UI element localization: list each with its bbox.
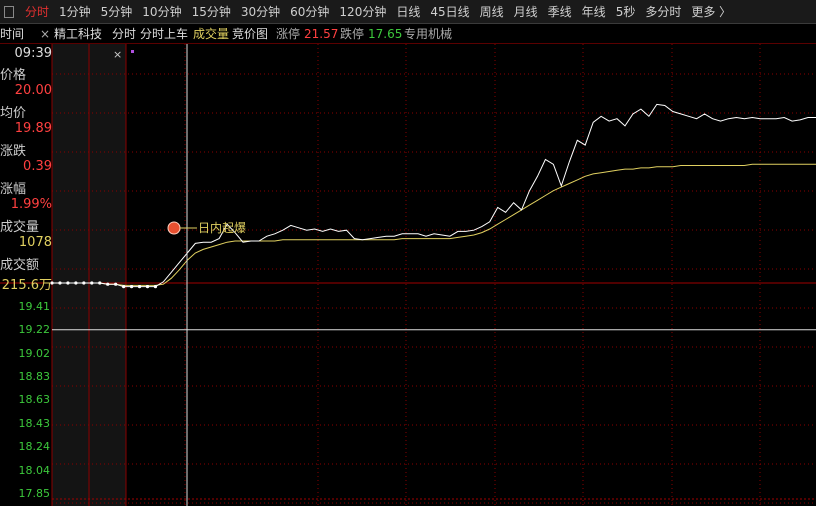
close-icon[interactable]: ×	[40, 24, 50, 44]
tab-9[interactable]: 45日线	[425, 0, 474, 24]
amount-label: 成交额	[0, 258, 40, 273]
volume-label: 成交量	[0, 220, 40, 235]
avg-label: 均价	[0, 106, 27, 121]
crosshair-time: 09:39	[14, 46, 52, 61]
price-tick-dot	[90, 281, 94, 285]
crosshair-info-panel: 09:39 价格 20.00 均价 19.89 涨跌 0.39 涨幅 1.99%…	[0, 44, 52, 293]
tab-3[interactable]: 10分钟	[137, 0, 186, 24]
price-axis-label: 18.43	[18, 417, 51, 431]
sector-label: 专用机械	[404, 27, 453, 41]
period-tab-bar: 分时 1分钟 5分钟 10分钟 15分钟 30分钟 60分钟 120分钟 日线 45日线 周线 月线季…	[0, 0, 816, 24]
avg-value: 19.89	[14, 121, 52, 136]
price-axis-label: 19.22	[18, 322, 51, 336]
tab-2[interactable]: 5分钟	[96, 0, 138, 24]
intraday-chart[interactable]: 日内起爆	[0, 44, 816, 506]
time-label: 时间	[0, 27, 25, 41]
price-tick-dot	[98, 281, 102, 285]
price-axis-label: 19.02	[18, 346, 51, 360]
price-tick-dot	[82, 281, 86, 285]
price-tick-dot	[129, 284, 134, 289]
price-axis-label: 19.41	[18, 299, 51, 313]
tab-16[interactable]: 更多 〉	[686, 0, 736, 24]
mode-tab-intraday[interactable]: 分时	[112, 24, 136, 44]
tab-13[interactable]: 年线	[577, 0, 611, 24]
change-label: 涨跌	[0, 144, 27, 159]
auction-chart-toggle[interactable]: 竞价图	[232, 24, 268, 44]
amount-value: 215.6万	[1, 278, 52, 293]
limit-down-label: 跌停	[340, 27, 365, 41]
tab-6[interactable]: 60分钟	[285, 0, 334, 24]
price-tick-dot	[137, 284, 142, 289]
price-tick-dot	[106, 282, 110, 286]
period-tabs: 分时 1分钟 5分钟 10分钟 15分钟 30分钟 60分钟 120分钟 日线 45日线 周线 月线季…	[20, 0, 736, 24]
event-marker-label[interactable]: 日内起爆	[198, 221, 246, 235]
tab-15[interactable]: 多分时	[640, 0, 686, 24]
pct-label: 涨幅	[0, 182, 27, 197]
tab-0[interactable]: 分时	[20, 0, 54, 24]
price-axis-label: 18.24	[18, 440, 51, 454]
tab-5[interactable]: 30分钟	[236, 0, 285, 24]
price-tick-dot	[122, 284, 126, 289]
price-tick-dot	[153, 284, 158, 289]
price-tick-dot	[145, 284, 150, 289]
tab-1[interactable]: 1分钟	[54, 0, 96, 24]
info-bar: 时间 × 精工科技 分时 分时上车 成交量 竞价图 涨停 21.57 跌停 17…	[0, 24, 816, 44]
price-axis-label: 17.85	[18, 487, 51, 500]
stock-name[interactable]: 精工科技	[54, 24, 102, 44]
limit-up-label: 涨停	[276, 27, 301, 41]
volume-value: 1078	[18, 235, 52, 250]
mode-tab-intraday-entry[interactable]: 分时上车	[140, 24, 188, 44]
event-marker-icon[interactable]	[167, 221, 181, 235]
change-value: 0.39	[23, 159, 52, 174]
tab-7[interactable]: 120分钟	[334, 0, 391, 24]
limit-up-value: 21.57	[304, 27, 339, 41]
tab-11[interactable]: 月线	[509, 0, 543, 24]
price-axis-label: 18.63	[18, 393, 51, 407]
purple-marker	[131, 50, 134, 53]
price-tick-dot	[58, 281, 62, 285]
price-tick-dot	[74, 281, 78, 285]
tab-4[interactable]: 15分钟	[187, 0, 236, 24]
tab-12[interactable]: 季线	[543, 0, 577, 24]
price-axis-label: 18.04	[18, 464, 51, 478]
price-line	[52, 103, 816, 288]
avg-price-line	[52, 163, 816, 286]
limit-down-value: 17.65	[368, 27, 403, 41]
price-label: 价格	[0, 68, 27, 83]
price-value: 20.00	[14, 83, 52, 98]
volume-toggle[interactable]: 成交量	[193, 24, 229, 44]
price-tick-dot	[114, 282, 118, 286]
price-tick-dot	[66, 281, 70, 285]
selection-close-icon[interactable]: ×	[113, 48, 122, 61]
price-axis-label: 18.83	[18, 369, 51, 383]
tab-10[interactable]: 周线	[475, 0, 509, 24]
pct-value: 1.99%	[10, 197, 52, 212]
panel-toggle-icon[interactable]	[4, 5, 14, 18]
tab-8[interactable]: 日线	[391, 0, 425, 24]
tab-14[interactable]: 5秒	[611, 0, 641, 24]
